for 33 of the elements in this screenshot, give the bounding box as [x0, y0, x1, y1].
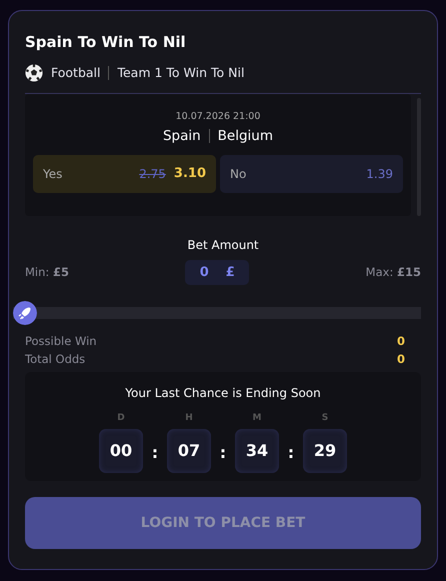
sport-label: Football	[51, 64, 100, 82]
summary-label: Total Odds	[25, 350, 86, 368]
team-name: Belgium	[218, 127, 274, 146]
max-label: Max: £15	[366, 264, 421, 282]
odds-button[interactable]: Yes 2.75 3.10	[33, 154, 216, 192]
odds-button[interactable]: No 1.39	[220, 154, 403, 192]
countdown-value: 07	[167, 429, 211, 474]
odds-value: 3.10	[174, 164, 206, 183]
countdown-title: Your Last Chance is Ending Soon	[125, 386, 321, 400]
bet-title: Spain To Win To Nil	[25, 32, 187, 53]
colon: :	[218, 442, 228, 464]
outcome-label: No	[230, 166, 246, 182]
summary-label: Possible Win	[25, 333, 97, 350]
market-label: Team 1 To Win To Nil	[117, 64, 244, 82]
odds-value: 1.39	[366, 166, 393, 182]
colon: :	[286, 442, 296, 464]
amount-field[interactable]: 0 £	[185, 260, 250, 286]
bet-amount-label: Bet Amount	[187, 238, 259, 252]
summary-value: 0	[396, 350, 405, 368]
min-label: Min: £5	[25, 264, 69, 282]
unit-label: H	[185, 412, 193, 425]
outcome-label: Yes	[43, 166, 62, 182]
summary-value: 0	[396, 333, 405, 350]
countdown-value: 00	[99, 429, 143, 474]
countdown-value: 34	[235, 429, 279, 474]
colon: :	[150, 442, 160, 464]
unit-label: D	[117, 412, 125, 425]
countdown-value: 29	[303, 429, 347, 474]
match-datetime: 10.07.2026 21:00	[176, 111, 260, 122]
unit-label: M	[252, 412, 262, 425]
team-name: Spain	[162, 127, 201, 146]
unit-label: S	[322, 412, 328, 425]
old-odds: 2.75	[139, 166, 166, 182]
